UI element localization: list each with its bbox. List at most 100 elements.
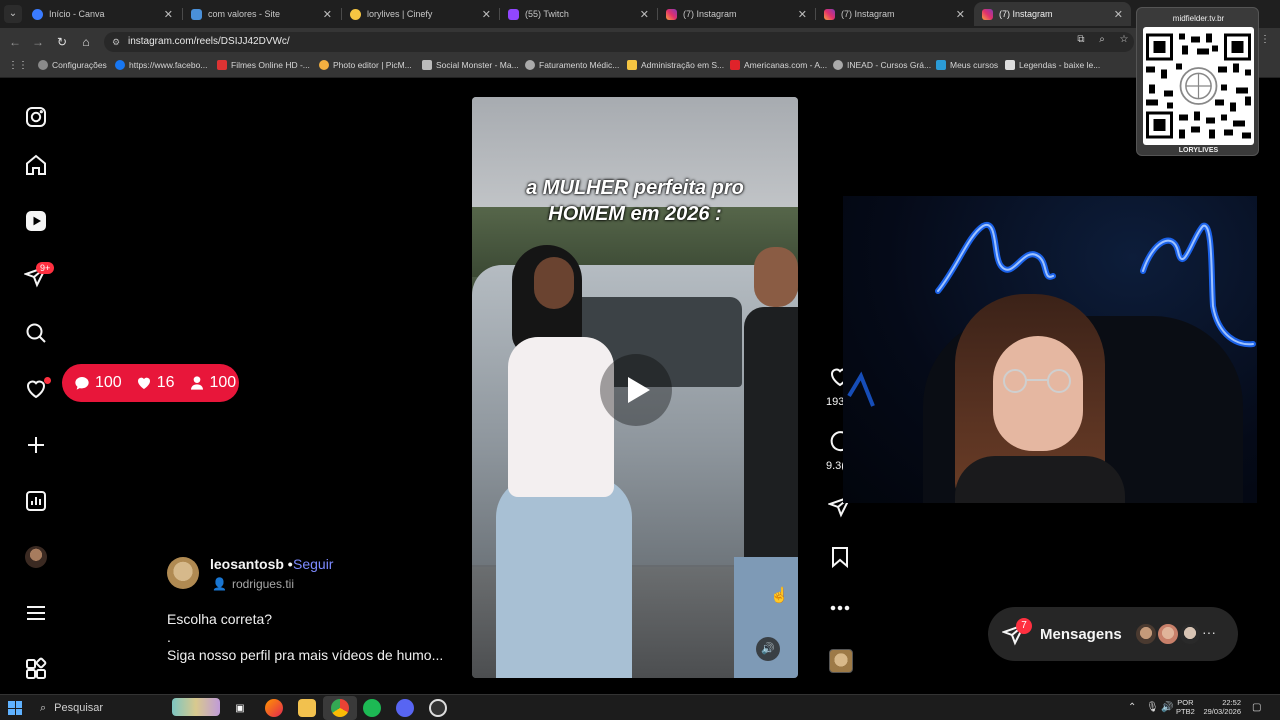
messages-label: Mensagens	[1040, 625, 1122, 643]
bookmark-star-icon[interactable]: ☆	[1117, 33, 1131, 47]
firefox-icon[interactable]	[265, 699, 283, 717]
comment-bubble-icon	[75, 377, 89, 390]
bookmark-label: INEAD - Cursos Grá...	[847, 60, 932, 70]
bookmark-label: Social Monster - Ma...	[436, 60, 519, 70]
bookmark-item[interactable]: Configurações	[38, 60, 107, 70]
reload-icon[interactable]: ↻	[53, 33, 71, 51]
bookmark-item[interactable]: Meus cursos	[936, 60, 998, 70]
bookmark-item[interactable]: Legendas - baixe le...	[1005, 60, 1100, 70]
close-tab-icon[interactable]: ✕	[482, 8, 491, 21]
more-options-button[interactable]	[826, 596, 854, 625]
store-icon	[730, 60, 740, 70]
bookmark-item[interactable]: https://www.facebo...	[115, 60, 207, 70]
browser-tab[interactable]: (7) Instagram ✕	[658, 2, 815, 26]
tab-title: com valores - Site	[208, 9, 281, 19]
browser-menu-icon[interactable]: ⋮	[1258, 33, 1272, 47]
globe-icon	[833, 60, 843, 70]
search-placeholder: Pesquisar	[54, 702, 104, 714]
search-nav-icon[interactable]	[22, 319, 50, 347]
close-tab-icon[interactable]: ✕	[798, 8, 807, 21]
video-person-shirt	[508, 337, 614, 497]
apps-grid-icon[interactable]: ⋮⋮	[8, 60, 28, 71]
create-plus-icon[interactable]	[22, 431, 50, 459]
post-caption: Escolha correta? . Siga nosso perfil pra…	[167, 610, 443, 664]
close-tab-icon[interactable]: ✕	[164, 8, 173, 21]
close-tab-icon[interactable]: ✕	[956, 8, 965, 21]
forward-icon[interactable]: →	[29, 33, 47, 51]
volume-icon[interactable]: 🔊	[756, 637, 780, 661]
post-audio-label[interactable]: 👤 rodrigues.tii	[212, 577, 294, 591]
rocket-icon	[422, 60, 432, 70]
caption-line[interactable]: Siga nosso perfil pra mais vídeos de hum…	[167, 646, 443, 664]
person-icon	[190, 376, 203, 390]
post-author-name[interactable]: leosantosb •	[210, 556, 293, 572]
windows-start-icon[interactable]	[8, 701, 22, 715]
bookmark-item[interactable]: Filmes Online HD -...	[217, 60, 310, 70]
save-button[interactable]	[826, 545, 854, 574]
browser-tab[interactable]: com valores - Site ✕	[183, 2, 340, 26]
site-favicon-icon	[191, 8, 202, 20]
profile-avatar[interactable]	[25, 546, 47, 568]
tab-title: (55) Twitch	[525, 9, 569, 19]
install-app-icon[interactable]: ⧉	[1074, 33, 1088, 47]
browser-tab[interactable]: lorylives | Cinefy ✕	[342, 2, 499, 26]
qr-code-icon	[1143, 27, 1254, 145]
speaker-icon[interactable]: 🔊	[1161, 702, 1173, 713]
windows-taskbar: ⌕ Pesquisar ▣ ⌃ 🎙 🔊 POR PTB2 22:52 29/03…	[0, 694, 1280, 720]
post-author-avatar[interactable]	[167, 557, 199, 589]
search-icon: ⌕	[40, 701, 47, 714]
browser-tab[interactable]: (7) Instagram ✕	[816, 2, 973, 26]
tray-chevron-icon[interactable]: ⌃	[1128, 702, 1136, 713]
bookmark-icon	[832, 547, 848, 569]
discord-icon[interactable]	[396, 699, 414, 717]
bookmark-item[interactable]: Administração em S...	[627, 60, 724, 70]
audio-thumbnail[interactable]	[829, 649, 853, 673]
notification-dot	[44, 377, 51, 384]
bookmark-item[interactable]: INEAD - Cursos Grá...	[833, 60, 931, 70]
file-explorer-icon[interactable]	[298, 699, 316, 717]
task-view-icon[interactable]: ▣	[231, 699, 249, 717]
spotify-icon[interactable]	[363, 699, 381, 717]
bookmark-item[interactable]: Photo editor | PicM...	[319, 60, 412, 70]
browser-tab[interactable]: Início - Canva ✕	[24, 2, 181, 26]
system-clock[interactable]: 22:52 29/03/2026	[1199, 698, 1241, 716]
message-avatar[interactable]	[1156, 622, 1180, 646]
play-icon[interactable]	[600, 354, 672, 426]
chrome-icon[interactable]	[331, 699, 349, 717]
instagram-logo-icon[interactable]	[22, 103, 50, 131]
reels-nav-icon[interactable]	[22, 207, 50, 235]
site-info-icon[interactable]: ⚙	[110, 36, 122, 48]
heart-icon	[137, 377, 150, 389]
bookmark-item[interactable]: Social Monster - Ma...	[422, 60, 519, 70]
back-icon[interactable]: ←	[6, 33, 24, 51]
follow-button[interactable]: Seguir	[293, 556, 333, 572]
reel-video[interactable]: a MULHER perfeita pro HOMEM em 2026 : 🔊	[472, 97, 798, 678]
caption-line: Escolha correta?	[167, 611, 273, 627]
microphone-icon[interactable]: 🎙	[1146, 702, 1159, 713]
tab-search-button[interactable]: ⌄	[4, 5, 22, 23]
bookmark-item[interactable]: Americanas.com - A...	[730, 60, 827, 70]
url-bar[interactable]: ⚙ instagram.com/reels/DSIJJ42DVWc/	[104, 32, 1134, 52]
input-language[interactable]: POR PTB2	[1176, 698, 1195, 716]
apps-grid-nav-icon[interactable]	[22, 655, 50, 683]
message-avatar[interactable]	[1178, 622, 1202, 646]
home-icon[interactable]: ⌂	[77, 33, 95, 51]
browser-tab[interactable]: (55) Twitch ✕	[500, 2, 657, 26]
more-menu-icon[interactable]	[22, 599, 50, 627]
message-avatar[interactable]	[1134, 622, 1158, 646]
bookmark-item[interactable]: Faturamento Médic...	[525, 60, 619, 70]
close-tab-icon[interactable]: ✕	[640, 8, 649, 21]
instagram-favicon-icon	[982, 8, 993, 20]
notification-center-icon[interactable]: ▢	[1252, 702, 1261, 713]
cinefy-favicon-icon	[350, 8, 361, 20]
zoom-icon[interactable]: ⌕	[1095, 33, 1109, 47]
close-tab-icon[interactable]: ✕	[1114, 8, 1123, 21]
dashboard-icon[interactable]	[22, 487, 50, 515]
browser-tab-active[interactable]: (7) Instagram ✕	[974, 2, 1131, 26]
close-tab-icon[interactable]: ✕	[323, 8, 332, 21]
messages-more-icon[interactable]: ···	[1202, 624, 1216, 640]
home-nav-icon[interactable]	[22, 151, 50, 179]
obs-icon[interactable]	[429, 699, 447, 717]
qr-pattern	[1146, 33, 1251, 139]
facebook-icon	[115, 60, 125, 70]
